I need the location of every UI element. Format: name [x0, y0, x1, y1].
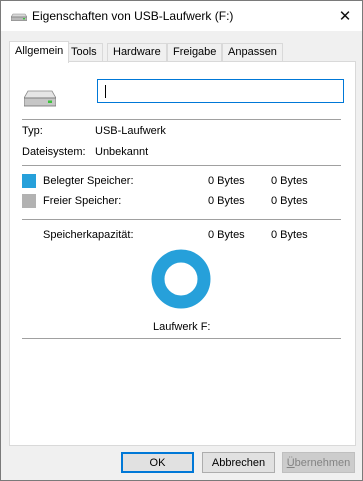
tab-freigabe[interactable]: Freigabe: [167, 43, 223, 62]
free-space-short: 0 Bytes: [271, 195, 308, 207]
text-caret: [105, 85, 106, 98]
separator: [22, 338, 341, 339]
title-bar[interactable]: Eigenschaften von USB-Laufwerk (F:) ✕: [1, 1, 362, 31]
capacity-bytes: 0 Bytes: [208, 229, 245, 241]
apply-accesskey: Ü: [286, 456, 295, 469]
tab-anpassen[interactable]: Anpassen: [222, 43, 283, 62]
capacity-short: 0 Bytes: [271, 229, 308, 241]
close-icon: ✕: [338, 8, 352, 25]
tab-hardware[interactable]: Hardware: [107, 43, 167, 62]
free-space-label: Freier Speicher:: [43, 195, 122, 207]
used-space-short: 0 Bytes: [271, 175, 308, 187]
used-space-label: Belegter Speicher:: [43, 175, 134, 187]
filesystem-label: Dateisystem:: [22, 146, 86, 158]
separator: [22, 165, 341, 166]
apply-label-rest: bernehmen: [294, 456, 351, 469]
general-panel: Typ: USB-Laufwerk Dateisystem: Unbekannt…: [9, 61, 356, 446]
capacity-label: Speicherkapazität:: [43, 229, 134, 241]
free-space-swatch: [22, 194, 36, 208]
usb-drive-icon: [11, 13, 27, 21]
type-value: USB-Laufwerk: [95, 125, 166, 137]
free-space-bytes: 0 Bytes: [208, 195, 245, 207]
tab-tools[interactable]: Tools: [65, 43, 103, 62]
properties-window: Eigenschaften von USB-Laufwerk (F:) ✕ Al…: [0, 0, 363, 481]
tab-allgemein[interactable]: Allgemein: [9, 41, 70, 63]
drive-name-input[interactable]: [97, 79, 344, 103]
used-space-bytes: 0 Bytes: [208, 175, 245, 187]
window-title: Eigenschaften von USB-Laufwerk (F:): [32, 9, 234, 23]
used-space-swatch: [22, 174, 36, 188]
separator: [22, 219, 341, 220]
usb-drive-icon: [24, 90, 56, 107]
cancel-button[interactable]: Abbrechen: [202, 452, 275, 473]
separator: [22, 119, 341, 120]
type-label: Typ:: [22, 125, 43, 137]
filesystem-value: Unbekannt: [95, 146, 149, 158]
drive-letter-label: Laufwerk F:: [153, 321, 211, 333]
usage-donut-chart: [151, 249, 211, 309]
close-button[interactable]: ✕: [328, 1, 362, 31]
apply-button[interactable]: Übernehmen: [282, 452, 355, 473]
ok-button[interactable]: OK: [121, 452, 194, 473]
